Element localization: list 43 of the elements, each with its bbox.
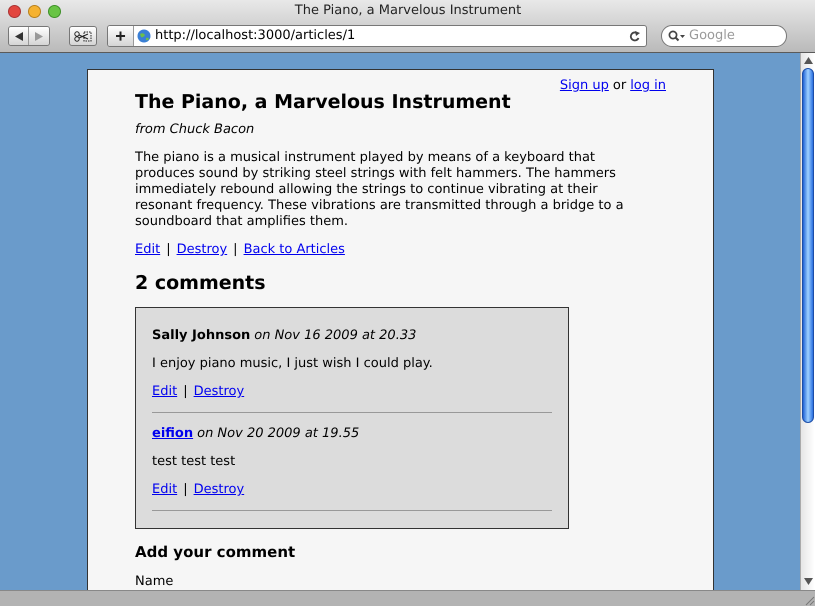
comment-text: test test test <box>152 454 236 470</box>
separator: | <box>233 242 238 258</box>
form-heading: Add your comment <box>135 544 296 560</box>
close-button[interactable] <box>8 4 21 18</box>
zoom-button[interactable] <box>48 4 61 18</box>
link[interactable]: Destroy <box>176 242 228 258</box>
search-icon <box>668 30 686 42</box>
snip-button[interactable] <box>69 26 97 46</box>
comment-text: I enjoy piano music, I just wish I could play. <box>152 356 434 372</box>
window-title: The Piano, a Marvelous Instrument <box>294 2 522 20</box>
separator: | <box>183 482 188 498</box>
link[interactable]: Edit <box>152 482 178 498</box>
auth-text: or <box>612 78 626 94</box>
scroll-up-icon[interactable] <box>804 57 812 64</box>
scissors-icon <box>74 30 92 42</box>
scrollbar[interactable] <box>800 53 815 590</box>
separator: | <box>166 242 171 258</box>
link[interactable]: Destroy <box>194 482 244 498</box>
scroll-thumb[interactable] <box>802 68 814 423</box>
back-button[interactable] <box>9 27 29 45</box>
article-body: The piano is a musical instrument played by means of a keyboard that produces sound by striking steel strings with felt hammers. The hammers immediately rebound allowing the strings to continue vibrating at their resonant frequency. These vibrations are transmitted through a bridge to a soundboard that amplifies them. <box>135 150 625 230</box>
search-input[interactable]: Google <box>689 26 769 46</box>
forward-arrow-icon <box>35 32 43 40</box>
article-title: The Piano, a Marvelous Instrument <box>135 90 512 114</box>
comment-date: on Nov 20 2009 at 19.55 <box>197 426 360 442</box>
comment-date: on Nov 16 2009 at 20.33 <box>254 328 416 344</box>
author-link[interactable]: eifion <box>152 426 194 442</box>
separator: | <box>183 384 188 400</box>
byline: from Chuck Bacon <box>135 122 256 138</box>
minimize-button[interactable] <box>28 4 41 18</box>
author-name: Sally Johnson <box>152 328 250 344</box>
link[interactable]: Destroy <box>194 384 244 400</box>
resize-grip-icon[interactable] <box>803 594 815 606</box>
comments-heading: 2 comments <box>135 271 267 295</box>
link[interactable]: Back to Articles <box>244 242 345 258</box>
link[interactable]: Sign up <box>560 78 609 94</box>
link[interactable]: Edit <box>152 384 178 400</box>
search-field[interactable]: Google <box>661 25 787 47</box>
link[interactable]: log in <box>630 78 666 94</box>
field-label: Name <box>135 574 174 590</box>
back-arrow-icon <box>14 32 22 40</box>
scroll-down-icon[interactable] <box>804 578 812 585</box>
link[interactable]: Edit <box>135 242 160 258</box>
